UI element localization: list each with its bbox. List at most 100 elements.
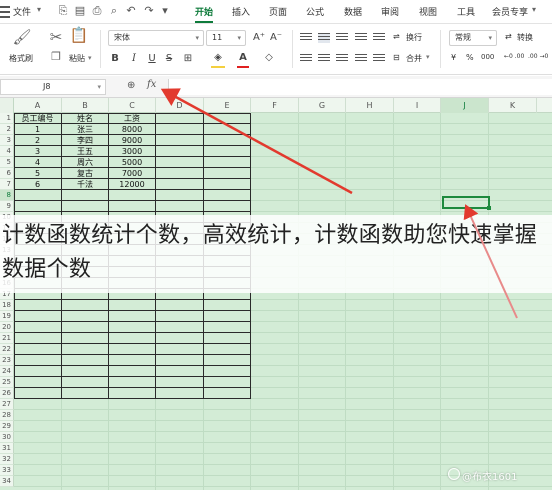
undo-icon[interactable]: ↶ xyxy=(124,4,138,18)
tab-vip[interactable]: 会员专享 xyxy=(492,5,528,18)
print-preview-icon[interactable]: ⌕ xyxy=(107,4,121,18)
merge-chevron-down-icon[interactable]: ▾ xyxy=(426,53,430,61)
row-header-20[interactable]: 20 xyxy=(0,322,14,333)
tab-insert[interactable]: 插入 xyxy=(232,5,250,18)
table-cell[interactable]: 周六 xyxy=(62,157,108,168)
convert-icon[interactable]: ⇄ xyxy=(505,32,512,41)
convert-label[interactable]: 转换 xyxy=(517,32,533,43)
italic-button[interactable]: I xyxy=(128,52,140,66)
cut-icon[interactable]: ✂ xyxy=(44,26,68,48)
row-header-33[interactable]: 33 xyxy=(0,465,14,476)
align-right-icon[interactable] xyxy=(336,54,348,64)
table-cell[interactable]: 李四 xyxy=(62,135,108,146)
row-header-24[interactable]: 24 xyxy=(0,366,14,377)
row-header-19[interactable]: 19 xyxy=(0,311,14,322)
row-header-26[interactable]: 26 xyxy=(0,388,14,399)
vip-chevron-down-icon[interactable]: ▾ xyxy=(532,5,536,14)
name-box[interactable]: J8 ▾ xyxy=(0,79,106,95)
table-cell[interactable]: 8000 xyxy=(109,124,155,135)
indent-icon[interactable] xyxy=(355,33,367,43)
row-header-23[interactable]: 23 xyxy=(0,355,14,366)
redo-icon[interactable]: ↷ xyxy=(142,4,156,18)
currency-icon[interactable]: ¥ xyxy=(451,53,456,62)
align-center-icon[interactable] xyxy=(318,54,330,64)
strikethrough-button[interactable]: S xyxy=(163,52,175,66)
tab-tools[interactable]: 工具 xyxy=(457,5,475,18)
formula-input[interactable] xyxy=(168,79,552,95)
column-header-k[interactable]: K xyxy=(489,98,537,113)
font-name-select[interactable]: 宋体 ▾ xyxy=(108,30,204,46)
merge-cells-label[interactable]: 合并 xyxy=(406,53,422,64)
font-size-select[interactable]: 11 ▾ xyxy=(206,30,246,46)
tab-view[interactable]: 视图 xyxy=(419,5,437,18)
tab-review[interactable]: 审阅 xyxy=(381,5,399,18)
font-shrink-button[interactable]: A⁻ xyxy=(269,31,283,45)
column-header-h[interactable]: H xyxy=(346,98,394,113)
increase-decimal-button[interactable]: ←0 .00 xyxy=(504,53,524,60)
column-header-a[interactable]: A xyxy=(14,98,62,113)
outdent-icon[interactable] xyxy=(373,33,385,43)
table-cell[interactable]: 王五 xyxy=(62,146,108,157)
row-header-2[interactable]: 2 xyxy=(0,124,14,135)
hamburger-menu-icon[interactable] xyxy=(0,6,10,18)
table-header-cell[interactable]: 姓名 xyxy=(62,113,108,124)
fill-color-icon[interactable]: ◈ xyxy=(211,51,225,65)
row-header-18[interactable]: 18 xyxy=(0,300,14,311)
align-bottom-icon[interactable] xyxy=(336,33,348,43)
wrap-text-icon[interactable]: ⇌ xyxy=(393,32,400,41)
table-cell[interactable]: 张三 xyxy=(62,124,108,135)
selected-cell-j8[interactable] xyxy=(442,196,490,209)
row-header-5[interactable]: 5 xyxy=(0,157,14,168)
row-header-1[interactable]: 1 xyxy=(0,113,14,124)
table-cell[interactable]: 3 xyxy=(14,146,61,157)
column-header-e[interactable]: E xyxy=(204,98,251,113)
table-cell[interactable]: 复古 xyxy=(62,168,108,179)
export-pdf-icon[interactable]: ▤ xyxy=(73,4,87,18)
table-cell[interactable]: 4 xyxy=(14,157,61,168)
table-cell[interactable]: 1 xyxy=(14,124,61,135)
row-header-31[interactable]: 31 xyxy=(0,443,14,454)
table-cell[interactable]: 12000 xyxy=(109,179,155,190)
column-header-g[interactable]: G xyxy=(299,98,346,113)
font-color-icon[interactable]: A xyxy=(237,51,249,65)
merge-cells-icon[interactable]: ⊟ xyxy=(393,53,400,62)
thousands-separator-button[interactable]: 000 xyxy=(481,53,494,61)
column-header-d[interactable]: D xyxy=(156,98,204,113)
row-header-8[interactable]: 8 xyxy=(0,190,14,201)
column-header-j[interactable]: J xyxy=(441,98,489,113)
fill-handle[interactable] xyxy=(487,206,491,210)
table-cell[interactable]: 7000 xyxy=(109,168,155,179)
clipboard-icon[interactable]: 📋 xyxy=(67,24,91,46)
format-painter-icon[interactable]: 🖌 xyxy=(10,26,34,48)
wrap-text-label[interactable]: 换行 xyxy=(406,32,422,43)
quick-access-chevron-down-icon[interactable]: ▾ xyxy=(158,4,172,18)
justify-icon[interactable] xyxy=(355,54,367,64)
table-cell[interactable]: 千法 xyxy=(62,179,108,190)
align-left-icon[interactable] xyxy=(300,54,312,64)
spreadsheet-grid[interactable]: ABCDEFGHIJK 1234567891011121314151617181… xyxy=(0,98,552,490)
file-menu-chevron-down-icon[interactable]: ▾ xyxy=(37,5,41,14)
percent-button[interactable]: % xyxy=(466,53,474,62)
row-header-6[interactable]: 6 xyxy=(0,168,14,179)
paste-label[interactable]: 粘贴 xyxy=(69,53,85,64)
row-header-25[interactable]: 25 xyxy=(0,377,14,388)
row-header-21[interactable]: 21 xyxy=(0,333,14,344)
row-header-32[interactable]: 32 xyxy=(0,454,14,465)
row-header-34[interactable]: 34 xyxy=(0,476,14,487)
table-cell[interactable]: 6 xyxy=(14,179,61,190)
print-icon[interactable]: ⎙ xyxy=(90,4,104,18)
copy-icon[interactable]: ❐ xyxy=(44,50,68,64)
tab-formula[interactable]: 公式 xyxy=(306,5,324,18)
border-icon[interactable]: ⊞ xyxy=(181,52,195,66)
save-icon[interactable]: ⎘ xyxy=(56,4,70,18)
font-grow-button[interactable]: A⁺ xyxy=(252,31,266,45)
row-header-9[interactable]: 9 xyxy=(0,201,14,212)
distributed-icon[interactable] xyxy=(373,54,385,64)
tab-page[interactable]: 页面 xyxy=(269,5,287,18)
bold-button[interactable]: B xyxy=(109,52,121,66)
tab-home[interactable]: 开始 xyxy=(195,5,213,18)
align-middle-icon[interactable] xyxy=(318,33,330,43)
tab-data[interactable]: 数据 xyxy=(344,5,362,18)
zoom-formula-icon[interactable]: ⊕ xyxy=(127,80,135,91)
column-header-b[interactable]: B xyxy=(62,98,109,113)
